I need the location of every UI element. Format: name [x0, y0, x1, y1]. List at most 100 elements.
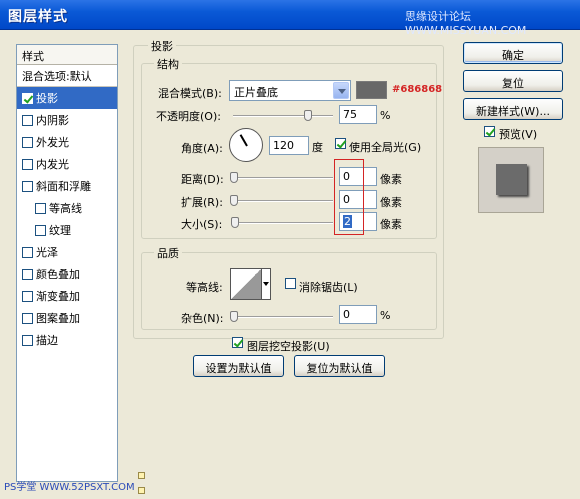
- style-item[interactable]: 投影: [17, 87, 117, 109]
- styles-list: 样式 混合选项:默认 投影内阴影外发光内发光斜面和浮雕等高线纹理光泽颜色叠加渐变…: [16, 44, 118, 482]
- style-item[interactable]: 光泽: [17, 241, 117, 263]
- angle-label: 角度(A):: [181, 142, 223, 155]
- style-item[interactable]: 内发光: [17, 153, 117, 175]
- style-item-label: 描边: [36, 334, 58, 347]
- knockout-label[interactable]: 图层挖空投影(U): [247, 338, 330, 354]
- style-item[interactable]: 颜色叠加: [17, 263, 117, 285]
- opacity-slider-thumb[interactable]: [304, 110, 312, 121]
- style-item-checkbox[interactable]: [22, 137, 33, 148]
- contour-label: 等高线:: [186, 281, 223, 294]
- opacity-label: 不透明度(O):: [156, 110, 221, 123]
- use-global-light-label[interactable]: 使用全局光(G): [349, 139, 421, 155]
- distance-label: 距离(D):: [181, 173, 224, 186]
- reset-button[interactable]: 复位: [463, 70, 563, 92]
- style-item-label: 内发光: [36, 158, 69, 171]
- color-hex-annotation: #686868: [392, 84, 443, 95]
- anti-alias-checkbox[interactable]: [285, 278, 296, 289]
- layer-style-dialog: 图层样式 思缘设计论坛 WWW.MISSYUAN.COM 样式 混合选项:默认 …: [0, 0, 580, 499]
- style-item-checkbox[interactable]: [22, 181, 33, 192]
- distance-pixels-unit: 像素: [380, 173, 402, 186]
- style-item[interactable]: 内阴影: [17, 109, 117, 131]
- noise-slider-thumb[interactable]: [230, 311, 238, 322]
- knockout-checkbox[interactable]: [232, 337, 243, 348]
- style-item-label: 斜面和浮雕: [36, 180, 91, 193]
- footer-watermark: PS学堂 WWW.52PSXT.COM: [4, 482, 135, 493]
- preview-label[interactable]: 预览(V): [499, 126, 537, 142]
- noise-slider-track[interactable]: [233, 316, 333, 318]
- quality-title: 品质: [154, 245, 182, 261]
- shadow-color-swatch[interactable]: [356, 81, 387, 99]
- style-item[interactable]: 等高线: [17, 197, 117, 219]
- style-item-checkbox[interactable]: [35, 225, 46, 236]
- style-item-checkbox[interactable]: [35, 203, 46, 214]
- size-label: 大小(S):: [181, 218, 223, 231]
- angle-dial[interactable]: [229, 128, 263, 162]
- style-item-label: 内阴影: [36, 114, 69, 127]
- spread-pixels-unit: 像素: [380, 196, 402, 209]
- styles-list-header: 样式: [17, 45, 117, 65]
- style-item-checkbox[interactable]: [22, 313, 33, 324]
- style-item-checkbox[interactable]: [22, 115, 33, 126]
- reset-to-default-button[interactable]: 复位为默认值: [294, 355, 385, 377]
- angle-dial-needle: [239, 134, 248, 147]
- style-item-label: 光泽: [36, 246, 58, 259]
- highlight-frame: [334, 159, 364, 235]
- distance-slider-track[interactable]: [233, 177, 333, 179]
- watermark-text: 思缘设计论坛 WWW.MISSYUAN.COM: [405, 10, 527, 37]
- opacity-input[interactable]: 75: [339, 105, 377, 124]
- use-global-light-checkbox[interactable]: [335, 138, 346, 149]
- style-item-label: 渐变叠加: [36, 290, 80, 303]
- make-default-button[interactable]: 设置为默认值: [193, 355, 284, 377]
- style-item[interactable]: 图案叠加: [17, 307, 117, 329]
- style-item-label: 外发光: [36, 136, 69, 149]
- new-style-button[interactable]: 新建样式(W)...: [463, 98, 563, 120]
- spread-label: 扩展(R):: [181, 196, 223, 209]
- angle-input[interactable]: 120: [269, 136, 309, 155]
- style-item-checkbox[interactable]: [22, 247, 33, 258]
- size-slider-track[interactable]: [233, 222, 333, 224]
- size-pixels-unit: 像素: [380, 218, 402, 231]
- opacity-slider-track[interactable]: [233, 115, 333, 117]
- style-item-checkbox[interactable]: [22, 335, 33, 346]
- resize-grip-icon[interactable]: [138, 487, 145, 494]
- opacity-percent-unit: %: [380, 109, 391, 122]
- ok-button[interactable]: 确定: [463, 42, 563, 64]
- style-item-label: 投影: [36, 92, 58, 105]
- resize-grip-icon[interactable]: [138, 472, 145, 479]
- noise-label: 杂色(N):: [181, 312, 224, 325]
- structure-title: 结构: [154, 56, 182, 72]
- style-preview: [478, 147, 544, 213]
- angle-degree-unit: 度: [312, 141, 323, 154]
- noise-percent-unit: %: [380, 309, 391, 322]
- style-item-checkbox[interactable]: [22, 291, 33, 302]
- style-item[interactable]: 描边: [17, 329, 117, 351]
- size-slider-thumb[interactable]: [231, 217, 239, 228]
- style-item-label: 等高线: [49, 202, 82, 215]
- style-item-label: 图案叠加: [36, 312, 80, 325]
- preview-checkbox[interactable]: [484, 126, 495, 137]
- contour-picker[interactable]: [230, 268, 262, 300]
- style-item-checkbox[interactable]: [22, 269, 33, 280]
- noise-input[interactable]: 0: [339, 305, 377, 324]
- dialog-title: 图层样式: [8, 9, 68, 25]
- style-item[interactable]: 纹理: [17, 219, 117, 241]
- style-item-label: 纹理: [49, 224, 71, 237]
- style-item-checkbox[interactable]: [22, 93, 33, 104]
- style-item[interactable]: 渐变叠加: [17, 285, 117, 307]
- style-item-checkbox[interactable]: [22, 159, 33, 170]
- blend-mode-select[interactable]: 正片叠底: [229, 80, 351, 101]
- drop-shadow-title: 投影: [148, 38, 176, 54]
- spread-slider-thumb[interactable]: [230, 195, 238, 206]
- distance-slider-thumb[interactable]: [230, 172, 238, 183]
- chevron-down-icon: [333, 82, 349, 99]
- contour-dropdown-arrow[interactable]: [261, 268, 271, 300]
- style-item[interactable]: 外发光: [17, 131, 117, 153]
- anti-alias-label[interactable]: 消除锯齿(L): [299, 279, 358, 295]
- blend-options-item[interactable]: 混合选项:默认: [17, 65, 117, 87]
- spread-slider-track[interactable]: [233, 200, 333, 202]
- style-item-label: 颜色叠加: [36, 268, 80, 281]
- title-bar[interactable]: 图层样式 思缘设计论坛 WWW.MISSYUAN.COM: [0, 0, 580, 37]
- contour-curve-icon: [231, 269, 261, 299]
- style-item[interactable]: 斜面和浮雕: [17, 175, 117, 197]
- preview-swatch: [496, 164, 527, 195]
